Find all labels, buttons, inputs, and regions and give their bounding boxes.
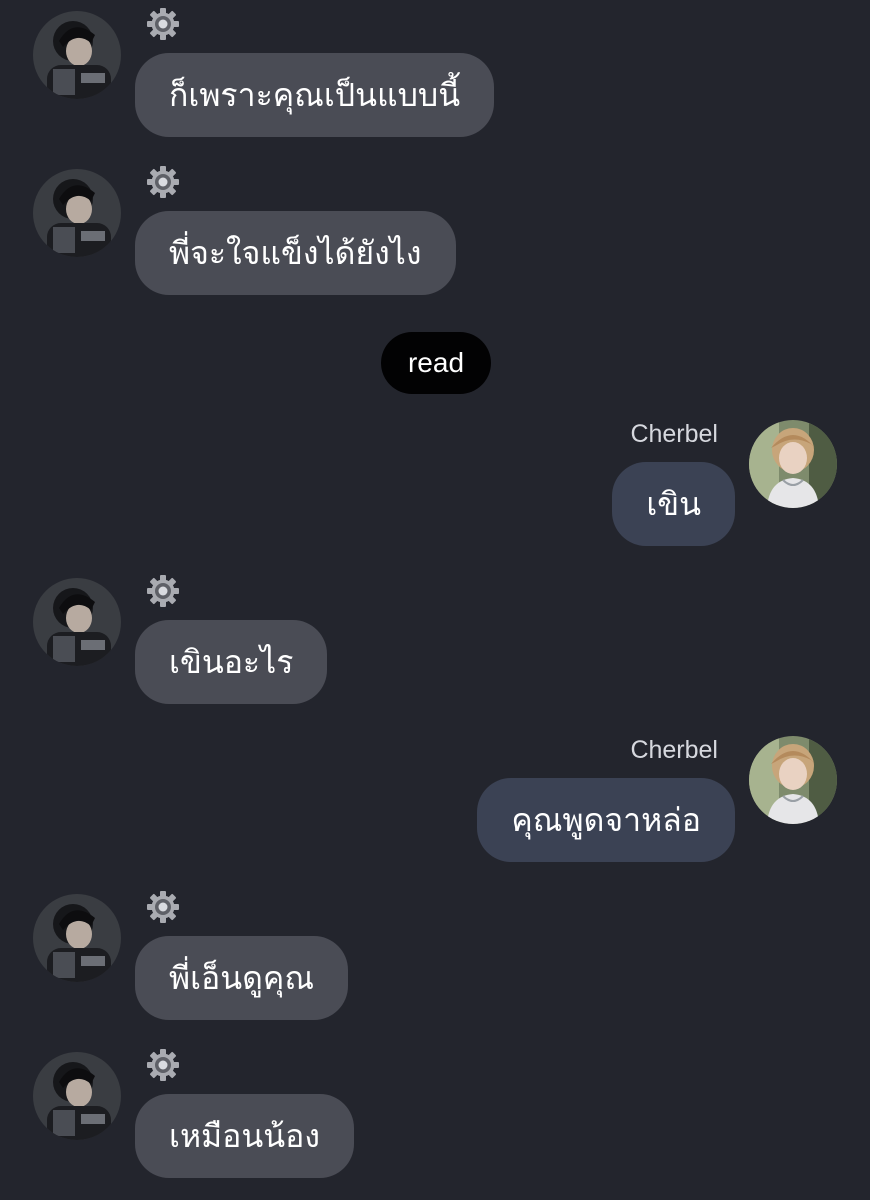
gear-icon (146, 890, 180, 924)
contact-avatar[interactable] (33, 1052, 121, 1140)
gear-icon (146, 574, 180, 608)
gear-icon (146, 7, 180, 41)
contact-avatar[interactable] (33, 578, 121, 666)
sender-name: Cherbel (630, 736, 718, 764)
sender-name: Cherbel (630, 420, 718, 448)
user-avatar[interactable] (749, 736, 837, 824)
read-receipt: read (381, 332, 491, 394)
gear-icon (146, 1048, 180, 1082)
gear-icon (146, 165, 180, 199)
message-bubble-incoming[interactable]: พี่เอ็นดูคุณ (135, 936, 348, 1020)
contact-avatar[interactable] (33, 169, 121, 257)
message-bubble-incoming[interactable]: พี่จะใจแข็งได้ยังไง (135, 211, 456, 295)
message-bubble-outgoing[interactable]: เขิน (612, 462, 735, 546)
message-bubble-outgoing[interactable]: คุณพูดจาหล่อ (477, 778, 735, 862)
contact-avatar[interactable] (33, 894, 121, 982)
message-bubble-incoming[interactable]: เหมือนน้อง (135, 1094, 354, 1178)
chat-thread[interactable]: ก็เพราะคุณเป็นแบบนี้ พี่จะใจแข็งได้ยังไง… (0, 0, 870, 1200)
message-bubble-incoming[interactable]: ก็เพราะคุณเป็นแบบนี้ (135, 53, 495, 137)
contact-avatar[interactable] (33, 11, 121, 99)
user-avatar[interactable] (749, 420, 837, 508)
message-bubble-incoming[interactable]: เขินอะไร (135, 620, 328, 704)
